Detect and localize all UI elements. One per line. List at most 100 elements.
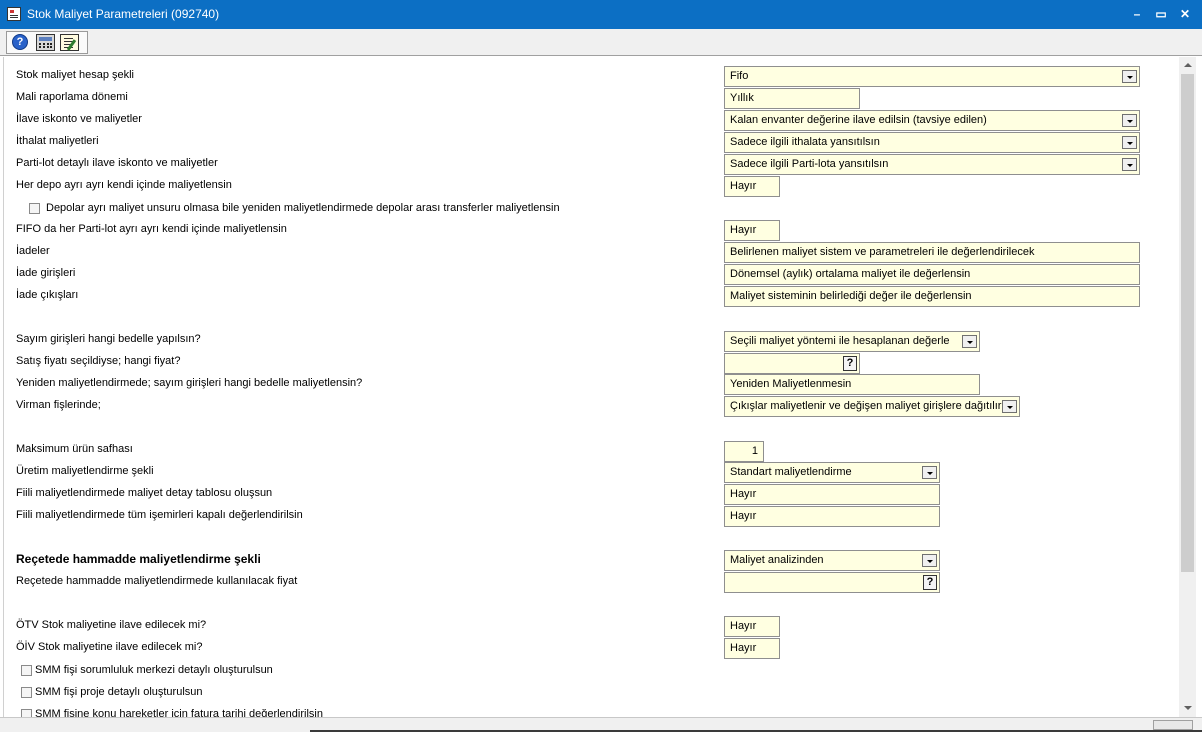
depolar-transfer-label: Depolar ayrı maliyet unsuru olmasa bile …	[46, 202, 560, 214]
iade-cikislari-value: Maliyet sisteminin belirlediği değer ile…	[730, 290, 972, 302]
app-icon	[7, 7, 21, 21]
mali-raporlama-donemi-field[interactable]: Yıllık	[724, 88, 860, 109]
chevron-down-icon[interactable]	[922, 554, 937, 567]
uretim-maliyet-label: Üretim maliyetlendirme şekli	[16, 465, 154, 477]
stok-maliyet-hesap-sekli-label: Stok maliyet hesap şekli	[16, 69, 134, 81]
ilave-iskonto-select[interactable]: Kalan envanter değerine ilave edilsin (t…	[724, 110, 1140, 131]
uretim-maliyet-select[interactable]: Standart maliyetlendirme	[724, 462, 940, 483]
uretim-maliyet-value: Standart maliyetlendirme	[730, 466, 852, 478]
smm-fatura-checkbox[interactable]	[21, 709, 32, 717]
virman-label: Virman fişlerinde;	[16, 399, 101, 411]
yeniden-maliyet-value: Yeniden Maliyetlenmesin	[730, 378, 852, 390]
her-depo-value: Hayır	[730, 180, 757, 192]
notepad-icon[interactable]	[60, 34, 79, 51]
toolbar: ?	[0, 29, 1202, 56]
toolbar-button-group: ?	[6, 31, 88, 54]
fiili-detay-label: Fiili maliyetlendirmede maliyet detay ta…	[16, 487, 273, 499]
parti-lot-label: Parti-lot detaylı ilave iskonto ve maliy…	[16, 157, 218, 169]
lookup-icon[interactable]: ?	[843, 356, 857, 371]
otv-label: ÖTV Stok maliyetine ilave edilecek mi?	[16, 619, 207, 631]
scroll-up-icon[interactable]	[1179, 57, 1196, 73]
recete-fiyat-label: Reçetede hammadde maliyetlendirmede kull…	[16, 575, 298, 587]
recete-hammadde-label: Reçetede hammadde maliyetlendirme şekli	[16, 552, 261, 566]
recete-fiyat-field[interactable]: ?	[724, 572, 940, 593]
iadeler-field[interactable]: Belirlenen maliyet sistem ve parametrele…	[724, 242, 1140, 263]
otv-field[interactable]: Hayır	[724, 616, 780, 637]
fiili-isemirleri-field[interactable]: Hayır	[724, 506, 940, 527]
yeniden-maliyet-field[interactable]: Yeniden Maliyetlenmesin	[724, 374, 980, 395]
depolar-transfer-checkbox[interactable]	[29, 203, 40, 214]
lookup-icon[interactable]: ?	[923, 575, 937, 590]
sayim-girisleri-select[interactable]: Seçili maliyet yöntemi ile hesaplanan de…	[724, 331, 980, 352]
maksimum-urun-field[interactable]: 1	[724, 441, 764, 462]
window-title: Stok Maliyet Parametreleri (092740)	[27, 7, 220, 21]
stok-maliyet-hesap-sekli-select[interactable]: Fifo	[724, 66, 1140, 87]
satis-fiyati-field[interactable]: ?	[724, 353, 860, 374]
otv-value: Hayır	[730, 620, 757, 632]
chevron-down-icon[interactable]	[1122, 114, 1137, 127]
chevron-down-icon[interactable]	[1122, 70, 1137, 83]
chevron-down-icon[interactable]	[1002, 400, 1017, 413]
smm-proje-checkbox[interactable]	[21, 687, 32, 698]
title-bar: Stok Maliyet Parametreleri (092740) – ▭ …	[0, 0, 1202, 29]
fiili-isemirleri-value: Hayır	[730, 510, 757, 522]
yeniden-maliyet-label: Yeniden maliyetlendirmede; sayım girişle…	[16, 377, 363, 389]
parti-lot-select[interactable]: Sadece ilgili Parti-lota yansıtılsın	[724, 154, 1140, 175]
vertical-scrollbar[interactable]	[1179, 57, 1196, 717]
sayim-girisleri-label: Sayım girişleri hangi bedelle yapılsın?	[16, 333, 201, 345]
smm-sorumluluk-label: SMM fişi sorumluluk merkezi detaylı oluş…	[35, 664, 273, 676]
mali-raporlama-donemi-value: Yıllık	[730, 92, 754, 104]
recete-hammadde-value: Maliyet analizinden	[730, 554, 824, 566]
help-icon[interactable]: ?	[12, 34, 28, 50]
iade-girisleri-value: Dönemsel (aylık) ortalama maliyet ile de…	[730, 268, 971, 280]
iadeler-value: Belirlenen maliyet sistem ve parametrele…	[730, 246, 1035, 258]
maximize-button[interactable]: ▭	[1152, 5, 1170, 23]
her-depo-label: Her depo ayrı ayrı kendi içinde maliyetl…	[16, 179, 232, 191]
chevron-down-icon[interactable]	[962, 335, 977, 348]
smm-sorumluluk-checkbox[interactable]	[21, 665, 32, 676]
chevron-down-icon[interactable]	[922, 466, 937, 479]
virman-select[interactable]: Çıkışlar maliyetlenir ve değişen maliyet…	[724, 396, 1020, 417]
iade-girisleri-label: İade girişleri	[16, 267, 76, 279]
ithalat-maliyetleri-label: İthalat maliyetleri	[16, 135, 99, 147]
ilave-iskonto-value: Kalan envanter değerine ilave edilsin (t…	[730, 114, 987, 126]
iade-cikislari-field[interactable]: Maliyet sisteminin belirlediği değer ile…	[724, 286, 1140, 307]
fifo-parti-lot-value: Hayır	[730, 224, 757, 236]
smm-proje-label: SMM fişi proje detaylı oluşturulsun	[35, 686, 203, 698]
maksimum-urun-label: Maksimum ürün safhası	[16, 443, 133, 455]
sayim-girisleri-value: Seçili maliyet yöntemi ile hesaplanan de…	[730, 335, 950, 347]
fiili-detay-field[interactable]: Hayır	[724, 484, 940, 505]
mali-raporlama-donemi-label: Mali raporlama dönemi	[16, 91, 128, 103]
oiv-label: ÖİV Stok maliyetine ilave edilecek mi?	[16, 641, 203, 653]
fiili-isemirleri-label: Fiili maliyetlendirmede tüm işemirleri k…	[16, 509, 303, 521]
satis-fiyati-label: Satış fiyatı seçildiyse; hangi fiyat?	[16, 355, 181, 367]
maksimum-urun-value: 1	[751, 445, 758, 457]
fifo-parti-lot-label: FIFO da her Parti-lot ayrı ayrı kendi iç…	[16, 223, 287, 235]
ilave-iskonto-label: İlave iskonto ve maliyetler	[16, 113, 142, 125]
her-depo-field[interactable]: Hayır	[724, 176, 780, 197]
ithalat-maliyetleri-select[interactable]: Sadece ilgili ithalata yansıtılsın	[724, 132, 1140, 153]
oiv-value: Hayır	[730, 642, 757, 654]
virman-value: Çıkışlar maliyetlenir ve değişen maliyet…	[730, 400, 1002, 412]
ithalat-maliyetleri-value: Sadece ilgili ithalata yansıtılsın	[730, 136, 880, 148]
fifo-parti-lot-field[interactable]: Hayır	[724, 220, 780, 241]
calculator-icon[interactable]	[36, 34, 55, 51]
status-strip	[0, 717, 1202, 732]
scroll-thumb[interactable]	[1181, 74, 1194, 572]
iade-cikislari-label: İade çıkışları	[16, 289, 79, 301]
minimize-button[interactable]: –	[1128, 5, 1146, 23]
smm-fatura-label: SMM fişine konu hareketler için fatura t…	[35, 708, 323, 717]
form-area: Stok maliyet hesap şekli Fifo Mali rapor…	[3, 57, 1196, 717]
stok-maliyet-hesap-sekli-value: Fifo	[730, 70, 749, 82]
chevron-down-icon[interactable]	[1122, 158, 1137, 171]
oiv-field[interactable]: Hayır	[724, 638, 780, 659]
recete-hammadde-select[interactable]: Maliyet analizinden	[724, 550, 940, 571]
fiili-detay-value: Hayır	[730, 488, 757, 500]
close-button[interactable]: ✕	[1176, 5, 1194, 23]
iadeler-label: İadeler	[16, 245, 50, 257]
chevron-down-icon[interactable]	[1122, 136, 1137, 149]
scroll-down-icon[interactable]	[1179, 700, 1196, 716]
parti-lot-value: Sadece ilgili Parti-lota yansıtılsın	[730, 158, 889, 170]
iade-girisleri-field[interactable]: Dönemsel (aylık) ortalama maliyet ile de…	[724, 264, 1140, 285]
horizontal-scrollbar[interactable]	[1153, 720, 1193, 730]
